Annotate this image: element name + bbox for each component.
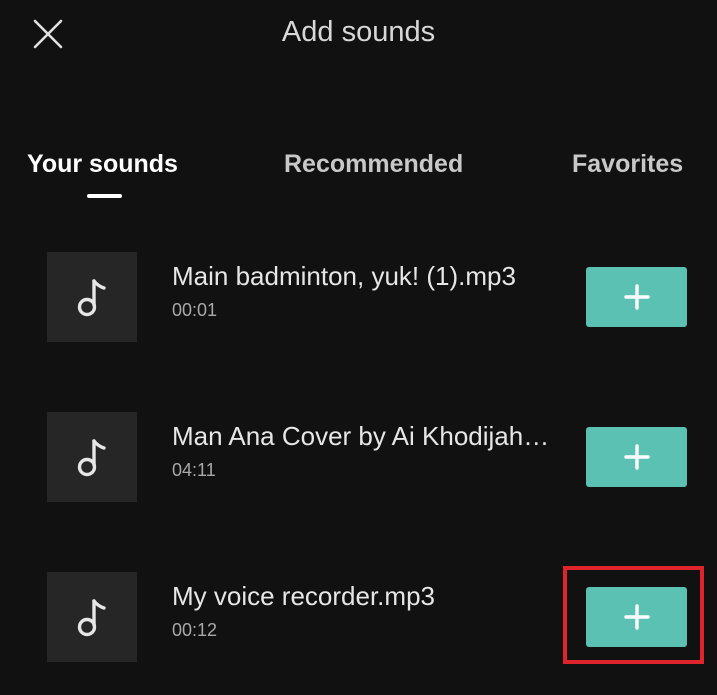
add-sound-button[interactable] (586, 267, 687, 327)
music-note-icon (77, 279, 106, 317)
sound-thumbnail (47, 252, 137, 342)
tab-your-sounds[interactable]: Your sounds (27, 150, 178, 179)
music-note-icon (77, 599, 106, 637)
sound-thumbnail (47, 572, 137, 662)
sound-duration: 00:12 (172, 620, 218, 640)
sound-duration: 04:11 (172, 460, 216, 480)
music-note-icon (77, 439, 106, 477)
sound-list-item[interactable]: Man Ana Cover by Ai Khodijah… 04:11 (0, 412, 717, 502)
sound-title: My voice recorder.mp3 (172, 581, 435, 611)
sound-list-item[interactable]: Main badminton, yuk! (1).mp3 00:01 (0, 252, 717, 342)
plus-icon (623, 284, 650, 310)
tab-recommended[interactable]: Recommended (284, 150, 463, 179)
highlight-box (563, 566, 704, 664)
sound-title: Man Ana Cover by Ai Khodijah… (172, 421, 550, 451)
sound-thumbnail (47, 412, 137, 502)
plus-icon (623, 444, 650, 470)
active-tab-indicator (87, 194, 122, 198)
sound-duration: 00:01 (172, 300, 218, 320)
sound-title: Main badminton, yuk! (1).mp3 (172, 261, 516, 291)
tab-favorites[interactable]: Favorites (572, 150, 683, 179)
add-sound-button[interactable] (586, 427, 687, 487)
page-title: Add sounds (281, 16, 436, 48)
tab-bar: Your sounds Recommended Favorites (0, 150, 717, 202)
